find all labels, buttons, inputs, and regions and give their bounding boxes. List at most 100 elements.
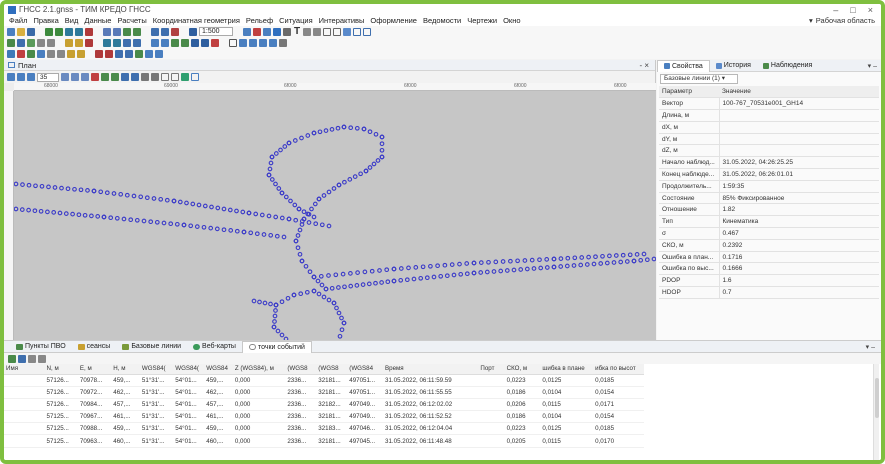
track-point[interactable] xyxy=(305,133,311,138)
track-point[interactable] xyxy=(297,251,303,257)
track-point[interactable] xyxy=(286,140,292,146)
track-point[interactable] xyxy=(293,238,299,244)
track-point[interactable] xyxy=(39,183,45,189)
track-point[interactable] xyxy=(354,125,360,131)
track-point[interactable] xyxy=(317,129,323,135)
hatch-icon[interactable] xyxy=(343,27,351,36)
object-type-select[interactable]: Базовые линии (1) ▾ xyxy=(660,74,738,84)
track-point[interactable] xyxy=(551,256,557,262)
track-point[interactable] xyxy=(57,210,63,216)
property-row[interactable]: Начало наблюд... 31.05.2022, 04:26:25.25 xyxy=(659,156,879,170)
track-point[interactable] xyxy=(627,252,633,258)
track-point[interactable] xyxy=(281,234,287,240)
property-row[interactable]: Длина, м xyxy=(659,109,879,122)
column-header[interactable]: WGS84( xyxy=(173,364,205,375)
track-point[interactable] xyxy=(111,191,117,196)
track-point[interactable] xyxy=(209,204,214,210)
track-point[interactable] xyxy=(279,299,285,305)
property-row[interactable]: СКО, м 0.2392 xyxy=(659,239,879,252)
track-point[interactable] xyxy=(631,258,637,264)
table-row[interactable]: 57125... 70963... 460,... 51°31'... 54°01...… xyxy=(4,434,644,448)
menu-reports[interactable]: Ведомости xyxy=(420,16,464,25)
track-point[interactable] xyxy=(634,252,640,257)
track-point[interactable] xyxy=(72,186,77,192)
import-icon[interactable] xyxy=(45,27,53,36)
track-point[interactable] xyxy=(331,300,337,306)
measure-icon[interactable] xyxy=(283,27,291,36)
property-row[interactable]: σ 0.467 xyxy=(659,227,879,240)
track-point[interactable] xyxy=(254,231,260,237)
menu-situation[interactable]: Ситуация xyxy=(276,16,316,25)
print-view-icon[interactable] xyxy=(191,73,199,81)
layers-icon[interactable] xyxy=(151,27,159,36)
snap-perp-icon[interactable] xyxy=(67,49,75,58)
track-point[interactable] xyxy=(306,220,312,225)
track-point[interactable] xyxy=(292,138,298,143)
track-point[interactable] xyxy=(363,168,369,174)
points-tool-icon[interactable] xyxy=(65,27,73,36)
track-point[interactable] xyxy=(274,233,280,239)
track-point[interactable] xyxy=(52,185,58,190)
filter-rows-icon[interactable] xyxy=(38,354,46,363)
track-point[interactable] xyxy=(558,264,564,269)
track-point[interactable] xyxy=(326,297,332,303)
calc-icon[interactable] xyxy=(123,27,131,36)
tree-icon[interactable] xyxy=(27,38,35,47)
track-point[interactable] xyxy=(438,273,444,279)
track-point[interactable] xyxy=(306,211,312,217)
add-label-icon[interactable] xyxy=(269,38,277,47)
gnss-track-plot[interactable] xyxy=(14,91,656,340)
track-point[interactable] xyxy=(234,228,240,234)
column-header[interactable]: Имя xyxy=(4,364,45,375)
column-header[interactable]: Время xyxy=(383,364,479,375)
track-point[interactable] xyxy=(342,179,347,185)
track-point[interactable] xyxy=(565,255,571,261)
track-point[interactable] xyxy=(404,277,410,283)
snap-tangent-icon[interactable] xyxy=(77,49,85,58)
filter-view-icon[interactable] xyxy=(101,73,109,81)
antenna-icon[interactable] xyxy=(161,38,169,47)
track-point[interactable] xyxy=(471,260,477,266)
track-point[interactable] xyxy=(398,266,404,271)
zoom-icon[interactable] xyxy=(273,27,281,36)
track-point[interactable] xyxy=(124,192,130,198)
track-point[interactable] xyxy=(45,209,50,215)
square-view-icon[interactable] xyxy=(171,73,179,81)
tab-pvo-points[interactable]: Пункты ПВО xyxy=(10,341,72,353)
track-point[interactable] xyxy=(76,212,82,218)
track-point[interactable] xyxy=(299,135,304,141)
track-point[interactable] xyxy=(194,224,200,229)
track-point[interactable] xyxy=(326,189,332,195)
track-point[interactable] xyxy=(301,209,307,215)
track-point[interactable] xyxy=(321,193,327,198)
polar-icon[interactable] xyxy=(125,49,133,58)
track-point[interactable] xyxy=(144,195,150,201)
track-point[interactable] xyxy=(168,221,174,227)
track-point[interactable] xyxy=(208,225,214,231)
track-point[interactable] xyxy=(138,194,144,200)
refresh-icon[interactable] xyxy=(91,73,99,81)
track-point[interactable] xyxy=(493,259,499,265)
track-point[interactable] xyxy=(228,228,234,233)
track-point[interactable] xyxy=(215,205,221,211)
track-point[interactable] xyxy=(313,221,319,227)
track-point[interactable] xyxy=(578,262,584,268)
track-point[interactable] xyxy=(329,127,335,132)
track-point[interactable] xyxy=(347,177,353,182)
track-point[interactable] xyxy=(508,258,513,264)
property-row[interactable]: Состояние 85% Фиксированное xyxy=(659,192,879,205)
columns-icon[interactable] xyxy=(28,354,36,363)
track-point[interactable] xyxy=(431,274,437,280)
settings-view-icon[interactable] xyxy=(151,73,159,81)
menu-calculations[interactable]: Расчеты xyxy=(114,16,149,25)
track-point[interactable] xyxy=(65,186,71,192)
zoom-out-icon[interactable] xyxy=(71,73,79,81)
track-point[interactable] xyxy=(46,184,51,190)
property-row[interactable]: Конец наблюде... 31.05.2022, 06:26:01.01 xyxy=(659,168,879,181)
track-point[interactable] xyxy=(524,266,530,272)
track-point[interactable] xyxy=(638,257,644,263)
track-point[interactable] xyxy=(341,124,347,130)
track-point[interactable] xyxy=(298,291,304,297)
box-tool-icon[interactable] xyxy=(229,38,237,47)
track-point[interactable] xyxy=(273,214,279,220)
